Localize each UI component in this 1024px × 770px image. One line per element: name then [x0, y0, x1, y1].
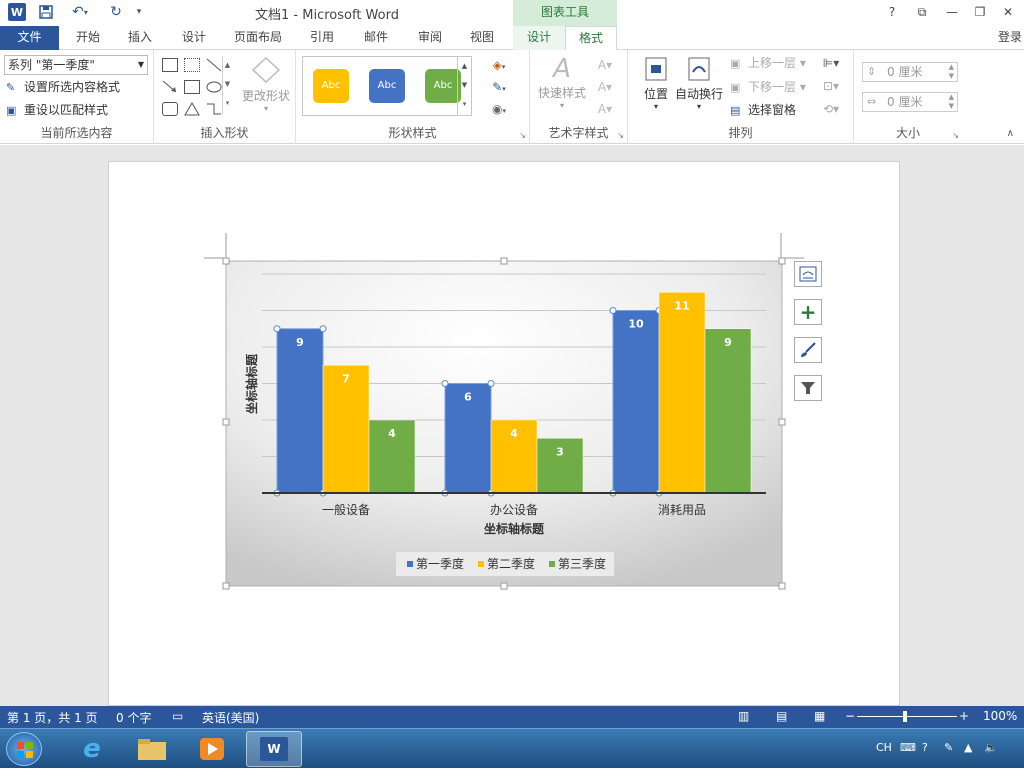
plus-icon: + [799, 300, 817, 324]
bar[interactable] [704, 328, 752, 494]
media-player-taskbar-button[interactable] [184, 731, 240, 767]
show-hidden-icons[interactable]: ▲ [964, 741, 972, 754]
data-label[interactable]: 6 [464, 391, 472, 404]
language-indicator[interactable]: 英语(美国) [202, 709, 259, 726]
bar[interactable] [276, 328, 324, 494]
internet-explorer-icon: e [83, 734, 101, 764]
selection-handle[interactable] [319, 325, 327, 333]
windows-logo-icon [17, 742, 33, 758]
x-axis-title[interactable]: 坐标轴标题 [484, 521, 545, 536]
print-layout-icon[interactable]: ▤ [776, 709, 787, 723]
page-count[interactable]: 第 1 页，共 1 页 [7, 709, 98, 726]
legend: 第一季度 第二季度 第三季度 [407, 556, 606, 571]
legend-entry[interactable]: 第一季度 [416, 556, 464, 571]
start-button[interactable] [6, 732, 42, 766]
chart[interactable]: 9 6 10 7 4 11 4 3 9 一般设备 办公设备 消耗用品 坐标轴标题 坐标轴标题 第一季… [0, 0, 1024, 706]
selection-handle[interactable] [609, 307, 617, 314]
selection-handle[interactable] [487, 380, 495, 387]
category-label: 一般设备 [322, 502, 370, 517]
data-label[interactable]: 9 [296, 336, 304, 349]
zoom-slider-thumb[interactable] [903, 711, 907, 722]
margin-mark [204, 233, 227, 259]
zoom-out-icon[interactable]: − [845, 709, 855, 723]
zoom-slider[interactable] [857, 716, 957, 717]
help-tray-icon[interactable]: ? [922, 741, 928, 754]
filter-icon [801, 382, 815, 394]
keyboard-icon[interactable]: ⌨ [900, 741, 916, 754]
word-taskbar-button[interactable]: W [246, 731, 302, 767]
margin-mark [780, 233, 804, 259]
legend-entry[interactable]: 第二季度 [487, 556, 535, 571]
web-layout-icon[interactable]: ▦ [814, 709, 825, 723]
selection-handle[interactable] [441, 380, 449, 387]
data-label[interactable]: 11 [674, 299, 689, 312]
chart-styles-button[interactable] [794, 337, 822, 363]
zoom-level[interactable]: 100% [983, 709, 1017, 723]
input-language-indicator[interactable]: CH [876, 741, 892, 754]
taskbar: e W CH ⌨ ? ✎ ▲ 🔈 [0, 728, 1024, 768]
read-mode-icon[interactable]: ▥ [738, 709, 749, 723]
status-bar: 第 1 页，共 1 页 0 个字 ▭ 英语(美国) ▥ ▤ ▦ − + 100% [0, 706, 1024, 728]
data-label[interactable]: 7 [342, 372, 350, 385]
data-label[interactable]: 3 [556, 445, 564, 458]
layout-options-button[interactable] [794, 261, 822, 287]
data-label[interactable]: 4 [510, 427, 518, 440]
folder-icon [138, 739, 166, 760]
selection-handle[interactable] [273, 325, 281, 333]
word-count[interactable]: 0 个字 [116, 709, 151, 726]
file-explorer-taskbar-button[interactable] [124, 731, 180, 767]
y-axis-title[interactable]: 坐标轴标题 [244, 353, 259, 414]
pen-icon[interactable]: ✎ [944, 741, 953, 754]
bar[interactable] [658, 292, 706, 494]
legend-entry[interactable]: 第三季度 [558, 556, 606, 571]
zoom-in-icon[interactable]: + [959, 709, 969, 723]
category-label: 消耗用品 [658, 503, 706, 517]
layout-options-icon [799, 266, 817, 282]
data-label[interactable]: 10 [628, 318, 644, 331]
bar[interactable] [612, 310, 660, 494]
data-label[interactable]: 9 [724, 336, 732, 349]
internet-explorer-taskbar-button[interactable]: e [64, 731, 120, 767]
category-label: 办公设备 [490, 502, 538, 517]
brush-icon [801, 342, 816, 357]
chart-filters-button[interactable] [794, 375, 822, 401]
chart-elements-button[interactable]: + [794, 299, 822, 325]
legend-swatch [478, 561, 484, 567]
word-icon: W [260, 737, 288, 761]
speaker-icon[interactable]: 🔈 [984, 741, 998, 754]
legend-swatch [549, 561, 555, 567]
proofing-icon[interactable]: ▭ [172, 709, 183, 723]
media-player-icon [200, 738, 224, 760]
data-label[interactable]: 4 [388, 427, 396, 440]
legend-swatch [407, 561, 413, 567]
